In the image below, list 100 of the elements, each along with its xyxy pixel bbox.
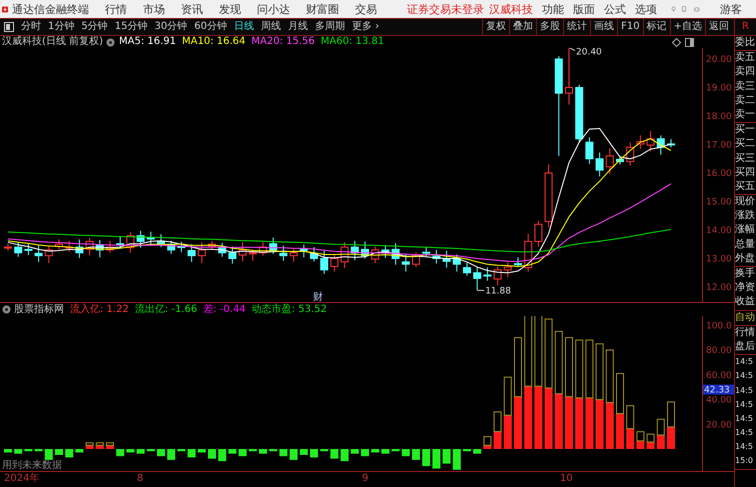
- moving-average-value: MA5: 16.91: [118, 37, 176, 47]
- indicator-bar: [636, 431, 644, 449]
- candlestick: [86, 237, 94, 256]
- period-tab[interactable]: 5分钟: [81, 22, 108, 32]
- menu-item[interactable]: 交易: [355, 4, 378, 14]
- toolbar-button[interactable]: 画线: [590, 19, 618, 35]
- indicator-bar: [483, 436, 492, 449]
- toolbar-button[interactable]: +自选: [670, 19, 705, 35]
- menu-item[interactable]: 发现: [219, 4, 242, 14]
- quote-field-label: 盘后: [735, 340, 756, 354]
- indicator-bar: [473, 449, 482, 454]
- indicator-bar: [14, 449, 22, 454]
- candlestick: [96, 239, 104, 258]
- toolbar-item[interactable]: 功能: [542, 4, 564, 14]
- quote-field-label[interactable]: 自动: [735, 310, 756, 325]
- period-tab[interactable]: 多周期: [314, 22, 345, 32]
- stock-name[interactable]: 汉威科技: [489, 4, 534, 14]
- toolbar-button[interactable]: 叠加: [509, 19, 536, 35]
- toolbar-button[interactable]: F10: [617, 19, 643, 35]
- candlestick: [656, 134, 665, 156]
- candlestick: [534, 220, 542, 248]
- candlestick: [596, 152, 604, 177]
- candlestick: [442, 250, 451, 268]
- quote-field-label: 换手: [735, 267, 756, 281]
- settings-icon[interactable]: [106, 38, 115, 46]
- candlestick: [24, 242, 32, 256]
- corner-button[interactable]: R: [734, 19, 756, 35]
- time-label: 14:5: [735, 441, 754, 454]
- indicator-bar: [167, 449, 176, 460]
- date-axis-label: 2024年: [4, 474, 40, 484]
- indicator-bar: [146, 449, 155, 452]
- more-menu[interactable]: 更多 ›: [352, 22, 380, 32]
- time-label: 14:5: [735, 398, 754, 411]
- period-tab[interactable]: 月线: [288, 22, 308, 32]
- moving-average-value: MA20: 15.56: [251, 37, 315, 47]
- period-tab[interactable]: 60分钟: [194, 22, 227, 32]
- indicator-bar: [667, 401, 675, 449]
- settings-icon[interactable]: [2, 305, 11, 314]
- indicator-bar: [136, 449, 145, 454]
- candlestick: [218, 242, 226, 258]
- panel-toggle-icon[interactable]: [4, 22, 14, 32]
- indicator-bar: [86, 442, 94, 449]
- moving-average-value: MA60: 13.81: [320, 37, 384, 47]
- cursor-value-label: 42.33: [703, 384, 734, 396]
- toolbar-item[interactable]: 选项: [635, 4, 658, 14]
- toolbar-button[interactable]: 返回: [705, 19, 732, 35]
- period-tab[interactable]: 30分钟: [154, 22, 188, 32]
- toolbar-button[interactable]: 统计: [563, 19, 590, 35]
- quote-field-label: 买一: [735, 123, 756, 138]
- period-tab[interactable]: 15分钟: [114, 22, 148, 32]
- indicator-bar: [157, 449, 165, 456]
- high-price-label: 20.40: [576, 48, 602, 58]
- menu-item[interactable]: 市场: [143, 4, 166, 14]
- panel-toggle-icon[interactable]: [685, 38, 694, 46]
- menu-item[interactable]: 行情: [105, 4, 128, 14]
- indicator-bar: [126, 449, 134, 452]
- indicator-bar: [290, 449, 298, 460]
- leader-line: [476, 290, 485, 291]
- toolbar-button[interactable]: 复权: [482, 19, 510, 35]
- indicator-bar: [310, 449, 318, 458]
- indicator-value: 动态市盈: 53.52: [252, 304, 327, 314]
- user-name[interactable]: 游客: [720, 4, 742, 14]
- candlestick: [310, 246, 318, 262]
- quote-field-label: 委比: [735, 36, 756, 50]
- quote-field-label: 涨幅: [735, 223, 756, 238]
- quote-field-label: 卖五: [735, 51, 756, 66]
- indicator-bar: [269, 449, 278, 452]
- period-tab[interactable]: 分时: [21, 22, 41, 32]
- candlestick: [55, 238, 63, 250]
- quote-field-label: 买四: [735, 166, 756, 180]
- quote-field-label: 卖四: [735, 65, 756, 80]
- quote-field-label: 行情: [735, 326, 756, 340]
- candlestick: [626, 142, 634, 166]
- period-tab[interactable]: 1分钟: [48, 22, 74, 32]
- candlestick: [75, 238, 84, 258]
- menu-item[interactable]: 问小达: [257, 4, 290, 14]
- phone-icon[interactable]: [682, 3, 686, 15]
- candlestick: [320, 250, 328, 274]
- candlestick: [585, 136, 594, 164]
- toolbar-item[interactable]: 版面: [573, 4, 596, 14]
- indicator-bar: [188, 449, 196, 458]
- menu-item[interactable]: 资讯: [181, 4, 204, 14]
- toolbar-button[interactable]: 标记: [642, 19, 670, 35]
- period-tab[interactable]: 日线: [234, 22, 254, 32]
- candlestick: [279, 245, 288, 262]
- toolbar-button[interactable]: 多股: [536, 19, 564, 35]
- period-tab[interactable]: 周线: [260, 22, 281, 32]
- indicator-bar: [371, 449, 380, 452]
- toolbar-item[interactable]: 公式: [604, 4, 626, 14]
- indicator-bar: [259, 449, 267, 454]
- quote-field-label: 收益: [735, 295, 756, 310]
- indicator-title: 股票指标网: [14, 304, 64, 314]
- candlestick: [483, 266, 492, 282]
- indicator-value: 差: -0.44: [203, 304, 246, 314]
- candlestick: [300, 244, 308, 258]
- login-notice[interactable]: 证券交易未登录: [407, 4, 484, 14]
- diamond-icon[interactable]: [672, 38, 681, 46]
- indicator-bar: [452, 449, 461, 470]
- menu-item[interactable]: 财富圈: [306, 4, 340, 14]
- indicator-bar: [361, 449, 369, 456]
